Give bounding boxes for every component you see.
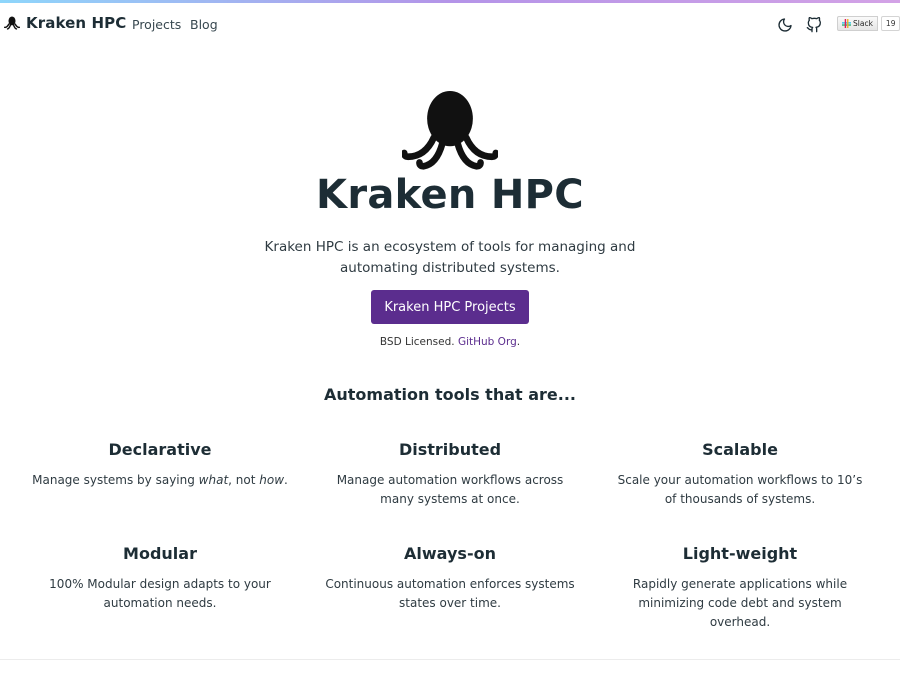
navbar: Kraken HPC Projects Blog Slack 19 (0, 3, 900, 45)
github-org-link[interactable]: GitHub Org (458, 336, 517, 348)
feature-modular: Modular 100% Modular design adapts to yo… (25, 544, 295, 613)
hero-lead-text: Kraken HPC is an ecosystem of tools for … (264, 239, 636, 276)
features-heading: Automation tools that are... (323, 385, 576, 404)
license-line: BSD Licensed. GitHub Org. (379, 336, 521, 348)
brand-title: Kraken HPC (26, 14, 127, 32)
projects-cta-button[interactable]: Kraken HPC Projects (371, 290, 529, 324)
feature-distributed: Distributed Manage automation workflows … (315, 440, 585, 509)
nav-link-blog[interactable]: Blog (190, 17, 218, 32)
feature-title: Declarative (108, 440, 212, 459)
feature-always-on: Always-on Continuous automation enforces… (315, 544, 585, 613)
feature-description: 100% Modular design adapts to your autom… (49, 577, 271, 610)
feature-title: Always-on (404, 544, 496, 563)
hero-title: Kraken HPC (316, 172, 584, 218)
kraken-octopus-logo (402, 90, 498, 170)
feature-light-weight: Light-weight Rapidly generate applicatio… (605, 544, 875, 632)
feature-description: Continuous automation enforces systems s… (325, 577, 575, 610)
nav-link-projects[interactable]: Projects (132, 17, 181, 32)
feature-description: Scale your automation workflows to 10’s … (617, 473, 863, 506)
moon-icon[interactable] (777, 17, 793, 33)
feature-scalable: Scalable Scale your automation workflows… (605, 440, 875, 509)
slack-icon (842, 19, 851, 28)
feature-title: Scalable (702, 440, 778, 459)
slack-badge-label: Slack (853, 19, 873, 28)
slack-badge-count: 19 (880, 16, 900, 31)
slack-badge[interactable]: Slack 19 (837, 16, 900, 31)
brand-link[interactable]: Kraken HPC (4, 14, 126, 32)
feature-title: Modular (123, 544, 197, 563)
feature-description: Manage systems by saying what, not how. (32, 473, 288, 487)
octopus-icon (4, 16, 20, 30)
section-divider (0, 659, 900, 660)
slack-badge-label-box: Slack (837, 16, 878, 31)
feature-title: Light-weight (682, 544, 798, 563)
feature-description: Manage automation workflows across many … (336, 473, 564, 506)
feature-declarative: Declarative Manage systems by saying wha… (25, 440, 295, 490)
feature-description: Rapidly generate applications while mini… (632, 577, 848, 629)
github-icon[interactable] (806, 17, 822, 33)
feature-title: Distributed (398, 440, 502, 459)
license-text: BSD Licensed. (379, 336, 455, 348)
